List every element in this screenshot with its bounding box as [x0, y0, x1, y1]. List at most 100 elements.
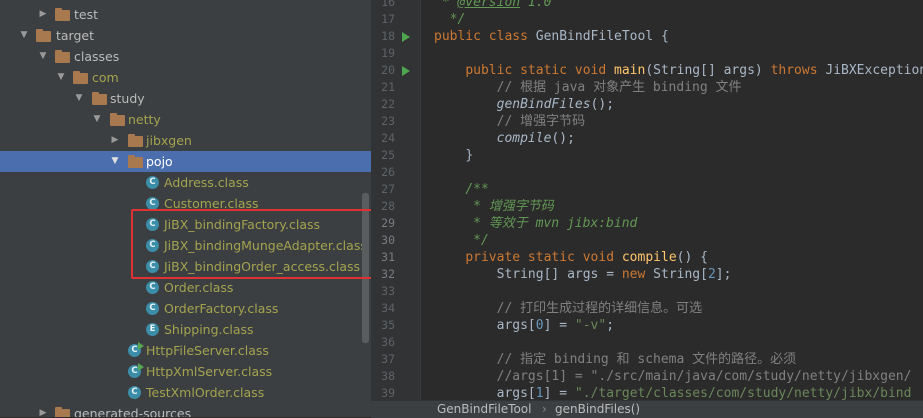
code-line-16: * @version 1.0 [434, 0, 552, 10]
breadcrumb-class[interactable]: GenBindFileTool [437, 401, 531, 418]
code-line-24: compile(); [496, 131, 575, 146]
line-number: 22 [381, 97, 395, 111]
tree-label: netty [128, 112, 161, 127]
tree-row-httpxmlserver-class[interactable]: C HttpXmlServer.class [0, 361, 371, 382]
tree-row-com[interactable]: ▼ com [0, 67, 371, 88]
chevron-right-icon[interactable]: ▶ [38, 4, 48, 25]
chevron-down-icon[interactable]: ▼ [74, 88, 84, 109]
chevron-down-icon[interactable]: ▼ [92, 109, 102, 130]
tree-label: generated-sources [74, 406, 192, 417]
code-line-35: args[0] = "-v"; [496, 318, 615, 333]
highlight-box [131, 209, 371, 279]
tree-label: Address.class [164, 175, 249, 190]
line-number: 25 [381, 148, 395, 162]
breadcrumb-separator-icon: › [542, 402, 547, 416]
code-line-37: // 指定 binding 和 schema 文件的路径。必须 [496, 352, 797, 367]
editor-breadcrumb: GenBindFileTool › genBindFiles() [371, 400, 923, 418]
folder-icon [36, 29, 51, 42]
tree-row-shipping-class[interactable]: E Shipping.class [0, 319, 371, 340]
code-line-32: String[] args = new String[2]; [496, 267, 732, 282]
chevron-down-icon[interactable]: ▼ [56, 67, 66, 88]
line-number: 38 [381, 369, 395, 383]
tree-row-generated-sources[interactable]: ▶ generated-sources [0, 403, 371, 417]
code-line-23: // 增强字节码 [496, 114, 586, 129]
line-number: 23 [381, 114, 395, 128]
chevron-down-icon[interactable]: ▼ [19, 25, 29, 46]
code-line-38: //args[1] = "./src/main/java/com/study/n… [496, 369, 912, 384]
tree-row-classes[interactable]: ▼ classes [0, 46, 371, 67]
tree-row-netty[interactable]: ▼ netty [0, 109, 371, 130]
run-class-icon[interactable] [402, 32, 410, 42]
tree-label: jibxgen [146, 133, 192, 148]
line-number: 34 [381, 301, 395, 315]
tree-label: test [74, 7, 99, 22]
tree-row-httpfileserver-class[interactable]: C HttpFileServer.class [0, 340, 371, 361]
tree-label: HttpXmlServer.class [146, 364, 273, 379]
tree-row-jibxgen[interactable]: ▶ jibxgen [0, 130, 371, 151]
code-line-20: public static void main(String[] args) t… [465, 63, 923, 78]
tree-row-orderfactory-class[interactable]: C OrderFactory.class [0, 298, 371, 319]
runnable-class-icon: C [128, 363, 144, 378]
tree-label: classes [74, 49, 120, 64]
run-main-icon[interactable] [402, 66, 410, 76]
tree-label: pojo [146, 154, 173, 169]
editor-gutter[interactable]: 16 17 18 19 20 21 22 23 24 25 26 27 28 2… [371, 0, 420, 400]
line-number: 33 [381, 284, 395, 298]
code-editor[interactable]: * @version 1.0 */ public class GenBindFi… [421, 0, 923, 400]
line-number: 21 [381, 80, 395, 94]
tree-row-testxmlorder-class[interactable]: C TestXmlOrder.class [0, 382, 371, 403]
class-icon: C [146, 281, 159, 294]
runnable-class-icon: C [128, 342, 144, 357]
line-number: 17 [381, 12, 395, 26]
tree-row-test[interactable]: ▶ test [0, 4, 371, 25]
code-line-30: */ [473, 233, 489, 248]
tree-row-order-class[interactable]: C Order.class [0, 277, 371, 298]
line-number: 29 [381, 216, 395, 230]
code-line-18: public class GenBindFileTool { [434, 29, 669, 44]
line-number: 24 [381, 131, 395, 145]
chevron-down-icon[interactable]: ▼ [110, 151, 120, 172]
tree-row-address-class[interactable]: C Address.class [0, 172, 371, 193]
class-icon: C [128, 386, 141, 399]
line-number: 27 [381, 182, 395, 196]
line-number: 20 [381, 63, 395, 77]
folder-icon [55, 8, 70, 21]
tree-label: com [92, 70, 119, 85]
chevron-down-icon[interactable]: ▼ [38, 46, 48, 67]
code-line-27: /** [465, 182, 489, 197]
package-icon [110, 113, 125, 126]
code-line-25: } [465, 148, 474, 163]
package-icon [128, 134, 143, 147]
package-icon [92, 92, 107, 105]
chevron-right-icon[interactable]: ▶ [110, 130, 120, 151]
class-icon: C [146, 302, 159, 315]
code-line-22: genBindFiles(); [496, 97, 615, 112]
code-line-17: */ [449, 12, 466, 27]
line-number: 16 [381, 0, 395, 9]
folder-icon [55, 407, 70, 417]
line-number: 19 [381, 46, 395, 60]
line-number: 35 [381, 318, 395, 332]
code-line-39: args[1] = "./target/classes/com/study/ne… [496, 386, 912, 400]
tree-label: target [56, 28, 95, 43]
line-number: 28 [381, 199, 395, 213]
code-line-29: * 等效于 mvn jibx:bind [473, 216, 638, 231]
tree-label: OrderFactory.class [164, 301, 279, 316]
tree-label: study [110, 91, 145, 106]
tree-row-target[interactable]: ▼ target [0, 25, 371, 46]
folder-icon [55, 50, 70, 63]
tree-row-pojo[interactable]: ▼ pojo [0, 151, 371, 172]
line-number: 31 [381, 250, 395, 264]
class-icon: C [146, 176, 159, 189]
tree-label: Order.class [164, 280, 234, 295]
tree-row-study[interactable]: ▼ study [0, 88, 371, 109]
chevron-right-icon[interactable]: ▶ [38, 403, 48, 417]
line-number: 37 [381, 352, 395, 366]
line-number: 26 [381, 165, 395, 179]
breadcrumb-method[interactable]: genBindFiles() [555, 401, 640, 418]
line-number: 32 [381, 267, 395, 281]
project-tree[interactable]: ▶ test ▼ target ▼ classes ▼ com ▼ study … [0, 0, 371, 417]
line-number: 18 [381, 29, 395, 43]
code-line-34: // 打印生成过程的详细信息。可选 [496, 301, 703, 316]
code-line-31: private static void compile() { [465, 250, 708, 265]
